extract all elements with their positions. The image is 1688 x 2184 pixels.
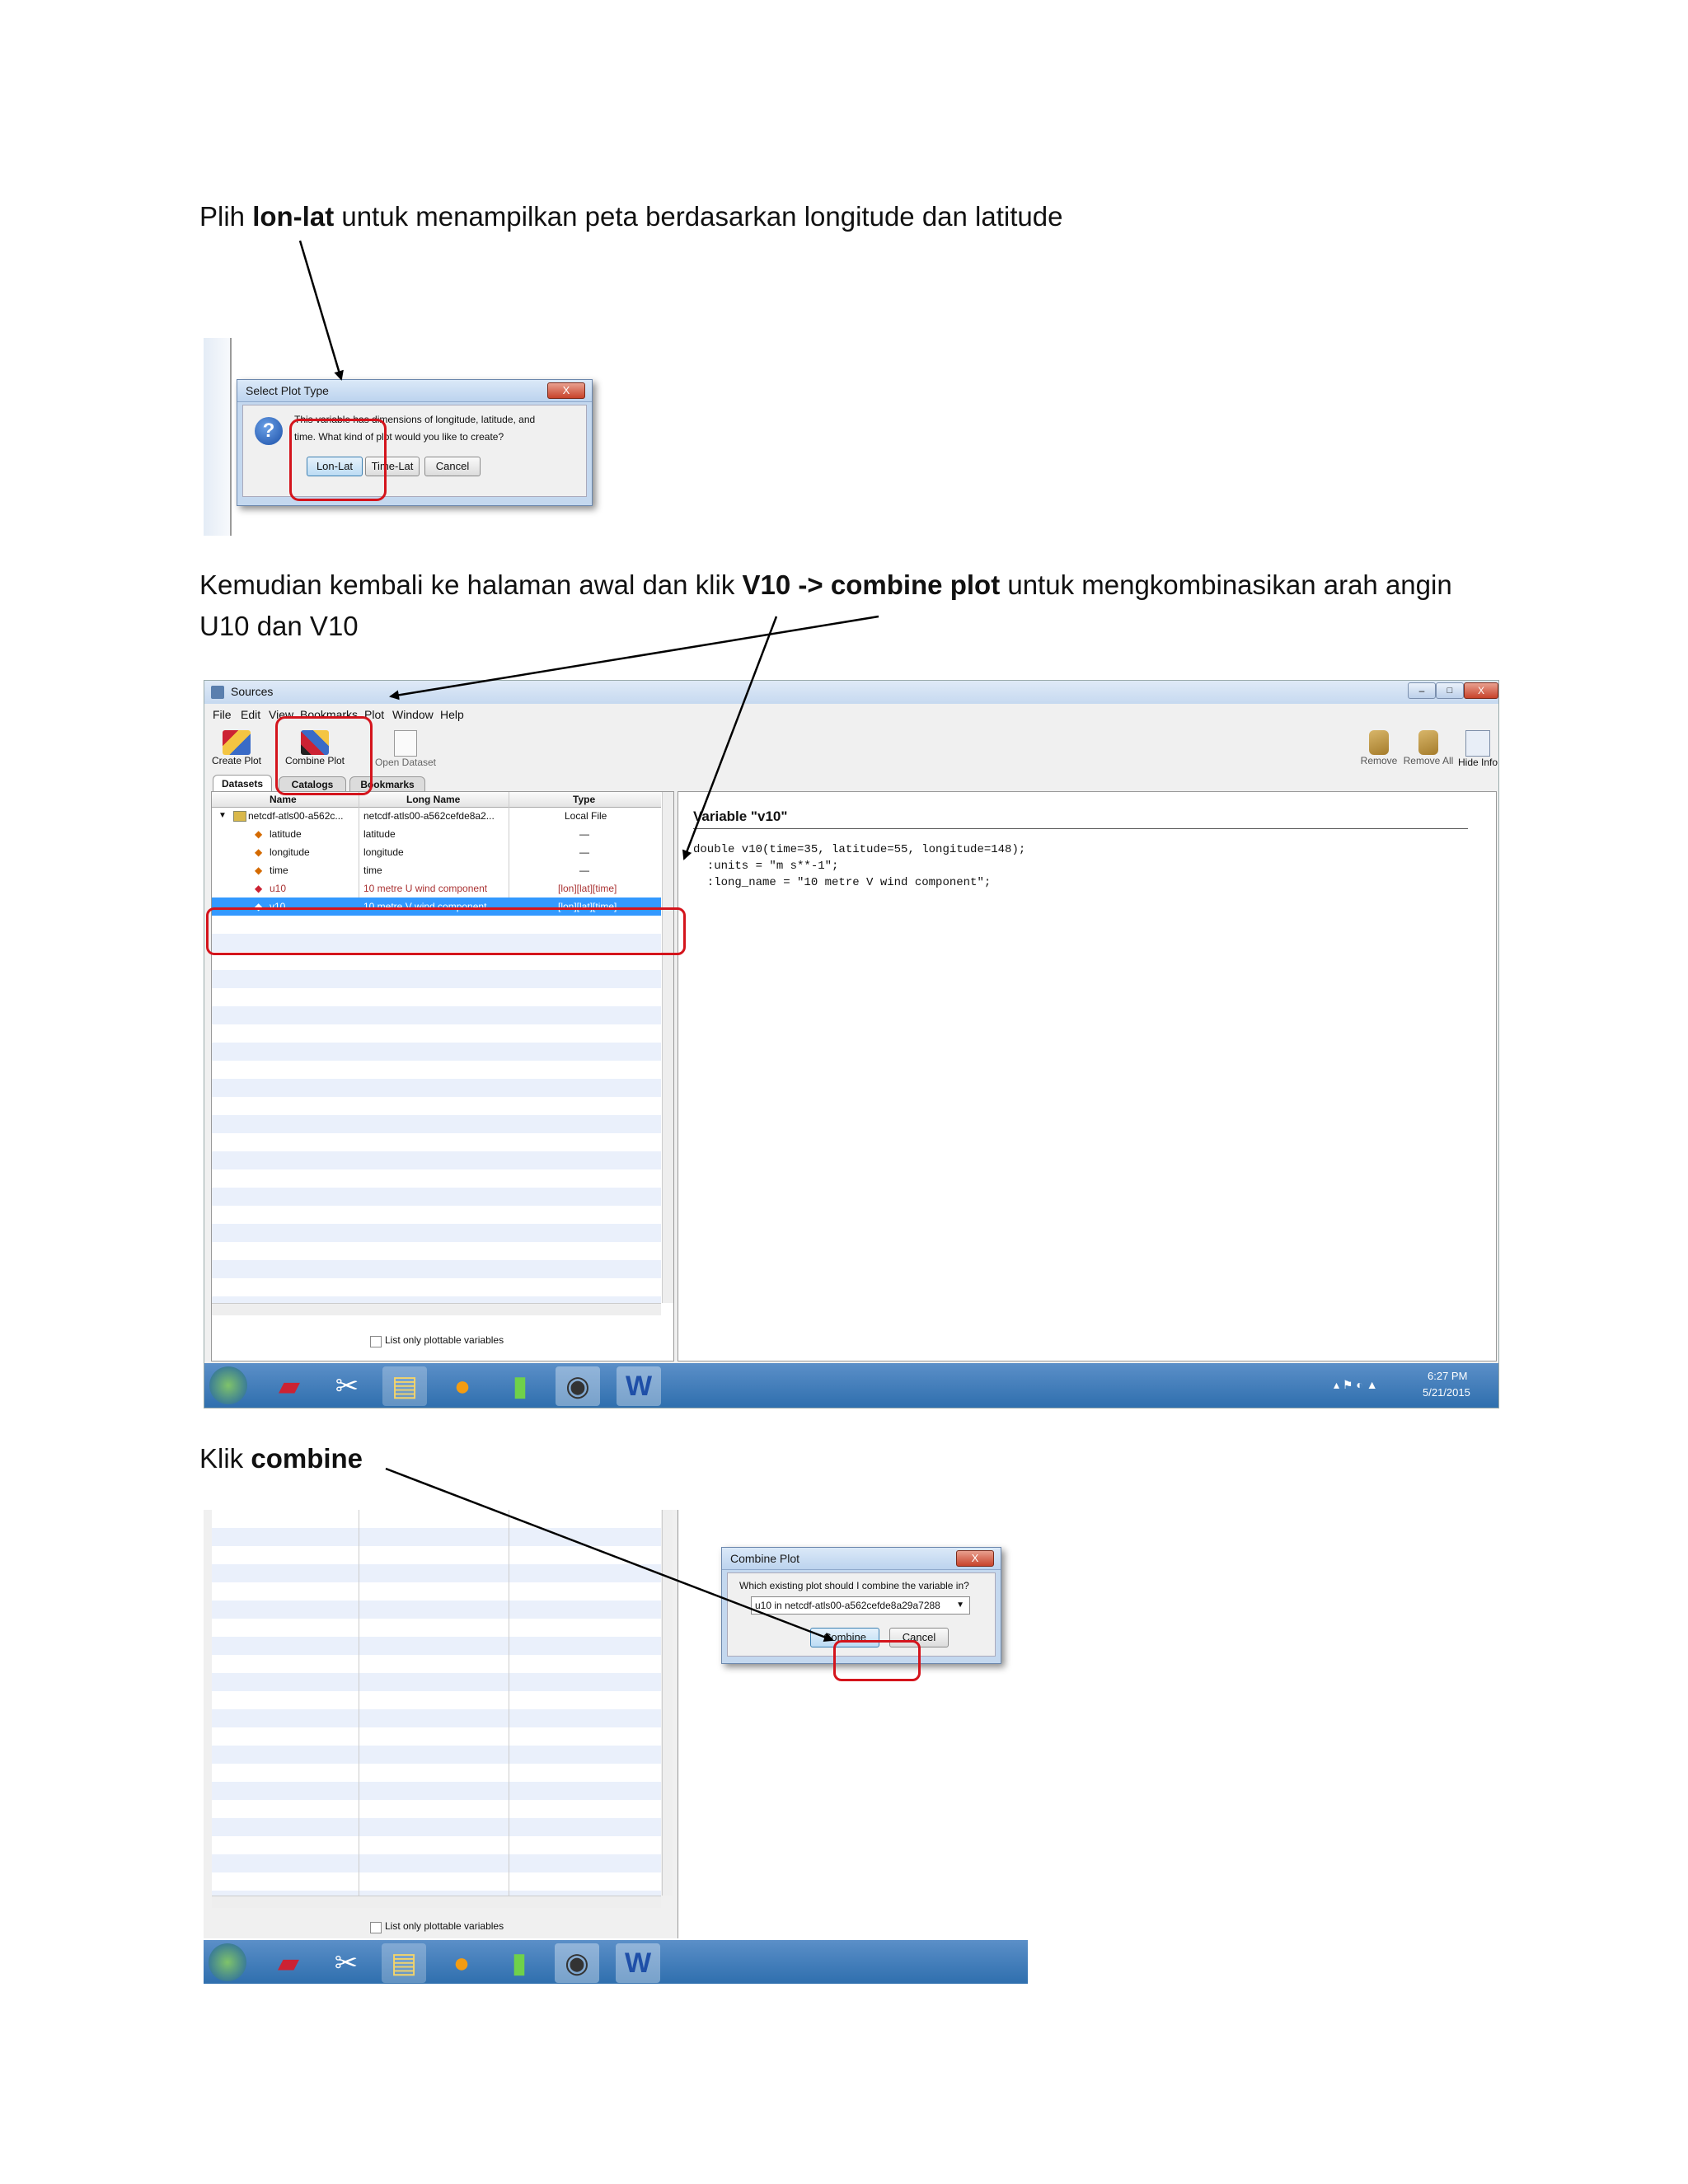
annotation-arrows: [298, 240, 879, 1643]
arrow-to-title-bar: [389, 615, 879, 701]
arrow-to-info-panel: [682, 616, 778, 860]
arrow-to-lon-lat: [298, 240, 344, 381]
arrow-to-combine-button: [385, 1467, 834, 1643]
